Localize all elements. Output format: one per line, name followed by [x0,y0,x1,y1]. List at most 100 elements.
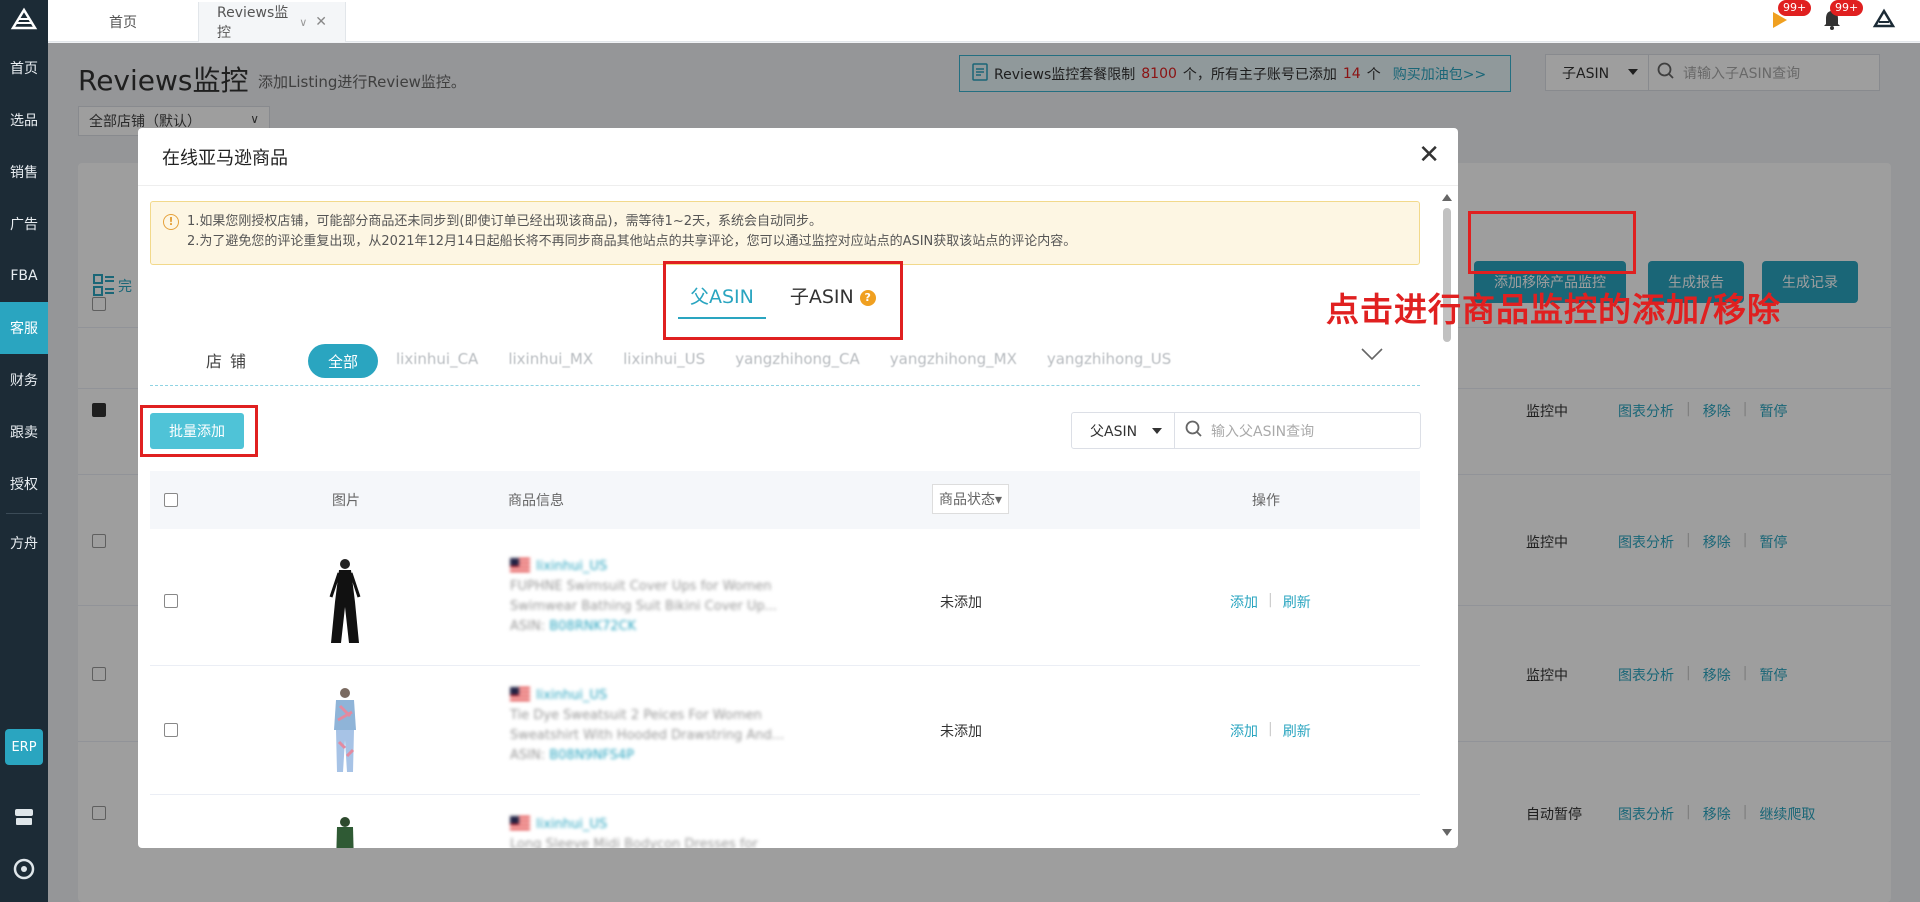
parent-asin-type-value: 父ASIN [1090,423,1138,440]
parent-asin-input[interactable]: 输入父ASIN查询 [1175,413,1420,448]
us-flag-icon [510,816,530,830]
sidebar-item-sales[interactable]: 销售 [0,146,48,198]
bell-badge: 99+ [1830,0,1864,16]
sidebar-item-finance[interactable]: 财务 [0,354,48,406]
parent-asin-type-select[interactable]: 父ASIN [1072,413,1175,448]
product-image[interactable] [325,686,365,774]
notice-line-1: 1.如果您刚授权店铺，可能部分商品还未同步到(即使订单已经出现该商品)，需等待1… [187,214,822,229]
table-row: lixinhui_US Long Sleeve Midi Bodycon Dre… [150,795,1420,848]
sidebar-item-home[interactable]: 首页 [0,42,48,94]
col-info: 商品信息 [508,493,564,509]
status-filter-dropdown[interactable]: 商品状态▾ [932,484,1010,514]
logo-icon[interactable] [0,0,48,42]
product-asin[interactable]: B08RNK72CK [549,619,636,634]
warning-icon: ! [163,214,179,230]
product-status: 未添加 [940,595,982,611]
product-store-line: lixinhui_US [510,815,810,835]
sidebar-item-fba[interactable]: FBA [0,250,48,302]
avatar[interactable] [1870,6,1898,34]
product-info: lixinhui_US FUPHNE Swimsuit Cover Ups fo… [510,557,810,637]
store-chip[interactable]: lixinhui_CA [396,350,478,368]
erp-button[interactable]: ERP [5,729,43,765]
store-chip[interactable]: yangzhihong_US [1047,350,1171,368]
close-icon[interactable]: ✕ [315,14,327,30]
product-info: lixinhui_US Tie Dye Sweatsuit 2 Peices F… [510,686,810,766]
add-link[interactable]: 添加 [1230,721,1258,741]
separator: | [1268,592,1273,608]
sidebar-item-service[interactable]: 客服 [0,302,48,354]
scroll-up-icon[interactable] [1442,194,1452,201]
store-icon[interactable] [12,805,36,829]
product-actions: 添加 | 刷新 [1230,721,1311,741]
product-title-1: Long Sleeve Midi Bodycon Dresses for [510,837,758,848]
store-chip[interactable]: yangzhihong_MX [890,350,1017,368]
store-chip[interactable]: lixinhui_US [623,350,705,368]
tab-reviews-label: Reviews监控 [217,5,289,41]
product-store-line: lixinhui_US [510,686,810,706]
tab-home[interactable]: 首页 [48,2,198,42]
select-all-checkbox[interactable] [164,493,178,507]
tab-reviews[interactable]: Reviews监控 ∨ ✕ [198,2,346,42]
row-checkbox[interactable] [164,594,178,608]
product-store[interactable]: lixinhui_US [536,559,607,574]
online-products-modal: 在线亚马逊商品 ✕ ! 1.如果您刚授权店铺，可能部分商品还未同步到(即使订单已… [138,128,1458,848]
caret-down-icon [1152,428,1162,434]
sync-notice: ! 1.如果您刚授权店铺，可能部分商品还未同步到(即使订单已经出现该商品)，需等… [150,201,1420,265]
separator: | [1268,721,1273,737]
store-chip[interactable]: lixinhui_MX [508,350,593,368]
refresh-link[interactable]: 刷新 [1283,721,1311,741]
product-title-2: Sweatshirt With Hooded Drawstring And... [510,728,785,743]
modal-title: 在线亚马逊商品 [138,128,1458,186]
product-title-2: Swimwear Bathing Suit Bikini Cover Up... [510,599,778,614]
product-table-header: 图片 商品信息 商品状态▾ 操作 [150,471,1420,529]
product-store[interactable]: lixinhui_US [536,817,607,832]
product-asin[interactable]: B08N9NFS4P [549,748,634,763]
product-title-1: FUPHNE Swimsuit Cover Ups for Women [510,579,772,594]
product-info: lixinhui_US Long Sleeve Midi Bodycon Dre… [510,815,810,848]
table-row: lixinhui_US FUPHNE Swimsuit Cover Ups fo… [150,537,1420,666]
asin-label: ASIN: [510,748,546,763]
store-chip[interactable]: yangzhihong_CA [735,350,860,368]
col-ops: 操作 [1252,493,1280,509]
chevron-down-icon[interactable] [1360,346,1383,368]
product-store[interactable]: lixinhui_US [536,688,607,703]
col-status: 商品状态 [939,492,995,508]
top-tab-bar: 首页 Reviews监控 ∨ ✕ 99+ 99+ [48,0,1920,42]
table-row: lixinhui_US Tie Dye Sweatsuit 2 Peices F… [150,666,1420,795]
store-divider [150,385,1420,386]
help-icon[interactable] [12,857,36,881]
store-list: lixinhui_CA lixinhui_MX lixinhui_US yang… [396,350,1171,368]
highlight-box [1468,211,1636,274]
sidebar-item-selection[interactable]: 选品 [0,94,48,146]
product-actions: 添加 | 刷新 [1230,592,1311,612]
product-image[interactable] [325,815,365,848]
close-icon[interactable]: ✕ [1418,142,1440,168]
refresh-link[interactable]: 刷新 [1283,592,1311,612]
bell-icon[interactable]: 99+ [1818,0,1864,34]
sidebar-item-ads[interactable]: 广告 [0,198,48,250]
flag-icon[interactable]: 99+ [1766,0,1812,34]
sidebar-item-ark[interactable]: 方舟 [0,517,48,569]
store-filter-row: 店铺 全部 lixinhui_CA lixinhui_MX lixinhui_U… [138,336,1420,386]
scroll-down-icon[interactable] [1442,829,1452,836]
us-flag-icon [510,558,530,572]
add-link[interactable]: 添加 [1230,592,1258,612]
store-chip-all[interactable]: 全部 [308,344,378,378]
highlight-box [140,405,258,457]
parent-asin-search: 父ASIN 输入父ASIN查询 [1071,412,1421,449]
sidebar-item-authorize[interactable]: 授权 [0,458,48,510]
annotation-text: 点击进行商品监控的添加/移除 [1326,290,1782,329]
sidebar: 首页 选品 销售 广告 FBA 客服 财务 跟卖 授权 方舟 ERP [0,0,48,902]
chevron-down-icon[interactable]: ∨ [299,16,307,29]
flag-badge: 99+ [1778,0,1812,16]
search-icon [1185,420,1203,442]
row-checkbox[interactable] [164,723,178,737]
sidebar-item-follow-sell[interactable]: 跟卖 [0,406,48,458]
product-asin-line: ASIN: B08RNK72CK [510,617,810,637]
highlight-box [663,261,903,340]
tab-home-label: 首页 [109,15,137,31]
sidebar-divider [6,513,42,514]
parent-asin-placeholder: 输入父ASIN查询 [1211,423,1315,440]
product-store-line: lixinhui_US [510,557,810,577]
product-image[interactable] [325,557,365,645]
